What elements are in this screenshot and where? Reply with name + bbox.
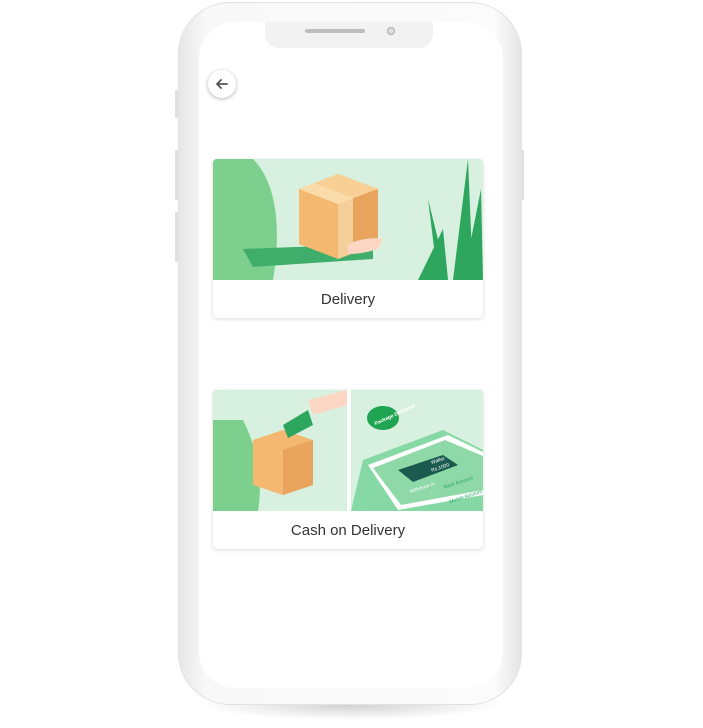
- back-button[interactable]: [208, 70, 236, 98]
- delivery-label: Delivery: [320, 290, 376, 308]
- delivery-illustration: [213, 159, 483, 280]
- screen: Delivery Package Delivered Wallet Rs.100…: [199, 22, 503, 688]
- cash-on-delivery-illustration: Package Delivered Wallet Rs.1000 Withdra…: [213, 390, 483, 511]
- power-button: [521, 150, 524, 200]
- notch: [265, 22, 433, 48]
- camera: [387, 27, 395, 35]
- arrow-left-icon: [216, 79, 228, 89]
- volume-down-button: [175, 212, 178, 262]
- delivery-option-card[interactable]: Delivery: [213, 159, 483, 318]
- speaker: [305, 29, 365, 33]
- mute-switch: [175, 90, 178, 118]
- cash-on-delivery-option-card[interactable]: Package Delivered Wallet Rs.1000 Withdra…: [213, 390, 483, 549]
- cash-on-delivery-label: Cash on Delivery: [290, 521, 406, 539]
- volume-up-button: [175, 150, 178, 200]
